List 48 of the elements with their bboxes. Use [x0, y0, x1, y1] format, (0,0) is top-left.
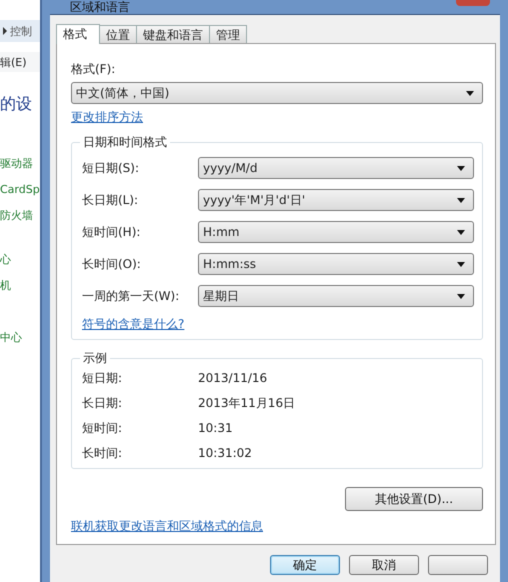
field-label: 长日期(L): [82, 192, 140, 208]
caret-icon [457, 198, 465, 202]
dialog-button[interactable]: 确定 [270, 555, 340, 575]
caret-icon [457, 166, 465, 170]
panel-link[interactable]: 机 [0, 279, 11, 293]
sort-link[interactable]: 更改排序方法 [71, 110, 143, 124]
example-label: 短时间: [82, 421, 124, 435]
dialog-button[interactable] [428, 555, 488, 575]
format-dropdown[interactable]: 星期日 [198, 285, 474, 307]
format-dropdown[interactable]: yyyy/M/d [198, 157, 474, 179]
caret-icon [457, 230, 465, 234]
panel-link[interactable]: 心 [0, 253, 11, 267]
example-value: 2013年11月16日 [198, 396, 296, 410]
help-link[interactable]: 符号的含意是什么? [82, 317, 184, 331]
example-label: 长时间: [82, 446, 124, 460]
caret-icon [457, 294, 465, 298]
caret-icon [466, 90, 474, 96]
field-label: 一周的第一天(W): [82, 288, 180, 304]
example-value: 10:31 [198, 421, 233, 435]
group-title: 示例 [80, 351, 110, 365]
online-info-link[interactable]: 联机获取更改语言和区域格式的信息 [71, 519, 263, 533]
example-value: 10:31:02 [198, 446, 252, 460]
field-label: 短时间(H): [82, 224, 142, 240]
panel-link[interactable]: 驱动器 [0, 157, 33, 171]
panel-link[interactable]: 中心 [0, 331, 22, 345]
tab[interactable]: 格式 [56, 24, 100, 44]
example-value: 2013/11/16 [198, 371, 268, 385]
tab[interactable]: 键盘和语言 [136, 25, 210, 43]
field-label: 格式(F): [71, 62, 116, 76]
group-title: 日期和时间格式 [80, 135, 170, 149]
example-label: 长日期: [82, 396, 124, 410]
caret-icon [457, 262, 465, 266]
example-label: 短日期: [82, 371, 124, 385]
additional-settings-button[interactable]: 其他设置(D)... [345, 487, 483, 511]
page-heading: 的设 [0, 94, 33, 115]
window-title: 区域和语言 [70, 0, 130, 14]
field-label: 长时间(O): [82, 256, 142, 272]
format-dropdown[interactable]: H:mm [198, 221, 474, 243]
format-dropdown[interactable]: yyyy'年'M'月'd'日' [198, 189, 474, 211]
field-label: 短日期(S): [82, 160, 140, 176]
panel-link[interactable]: 防火墙 [0, 209, 33, 223]
dialog-button[interactable]: 取消 [349, 555, 419, 575]
panel-link[interactable]: CardSp [0, 183, 40, 197]
format-dropdown[interactable]: 中文(简体，中国) [71, 82, 483, 104]
format-dropdown[interactable]: H:mm:ss [198, 253, 474, 275]
tab[interactable]: 管理 [209, 25, 247, 43]
arrow-icon [3, 27, 7, 35]
tab[interactable]: 位置 [99, 25, 137, 43]
